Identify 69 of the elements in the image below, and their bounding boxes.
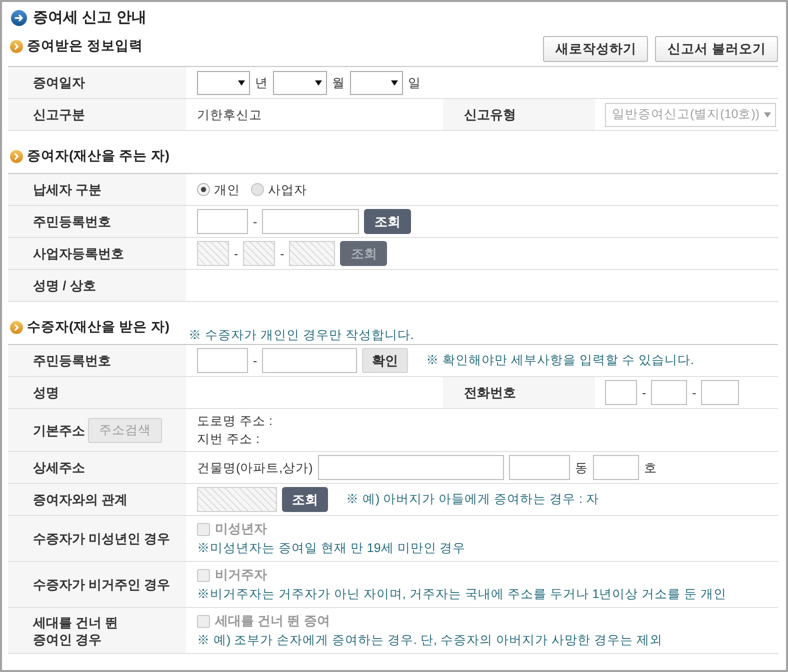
field-text: 동 [574, 460, 588, 476]
caret-icon [764, 112, 771, 118]
section-title: 증여받은 정보입력 [27, 36, 143, 55]
row-label: 수증자가 미성년인 경우 [33, 530, 170, 547]
row-label: 수증자가 비거주인 경우 [33, 576, 170, 593]
lookup-button[interactable]: 조회 [364, 209, 412, 234]
field-text: - [253, 352, 258, 370]
note-text: ※비거주자는 거주자가 아닌 자이며, 거주자는 국내에 주소를 두거나 1년이상 거소를 둔 개인 [197, 586, 727, 603]
field-text: 일 [408, 74, 421, 92]
field-text: - [692, 384, 696, 402]
row-label: 증여일자 [33, 74, 85, 91]
field-text: 월 [332, 74, 345, 92]
chevron-circle-icon [10, 320, 23, 334]
row-label: 성명 / 상호 [33, 277, 96, 294]
input-field[interactable] [318, 455, 504, 480]
radio-option[interactable]: 사업자 [251, 180, 307, 198]
row-label: 신고구분 [33, 106, 85, 123]
row-label: 증여자와의 관계 [33, 491, 128, 508]
note-text: ※ 예) 조부가 손자에게 증여하는 경우. 단, 수증자의 아버지가 사망한 경우는 제외 [197, 632, 662, 649]
caret-icon [391, 80, 398, 86]
row-label: 세대를 건너 뛴 증여인 경우 [33, 614, 118, 648]
arrow-circle-icon [11, 10, 27, 26]
input-field[interactable] [262, 348, 358, 373]
radio-option[interactable]: 개인 [197, 180, 240, 198]
input-field[interactable] [592, 455, 639, 480]
input-field[interactable] [701, 380, 740, 405]
field-text: 도로명 주소 : [197, 413, 272, 430]
input-field[interactable] [651, 380, 688, 405]
section-title: 수증자(재산을 받은 자) [27, 318, 170, 336]
input-field[interactable] [508, 455, 570, 480]
note-text: ※ 확인해야만 세부사항을 입력할 수 있습니다. [426, 352, 694, 369]
field-text: 건물명(아파트,상가) [197, 460, 313, 476]
input-field[interactable] [605, 380, 637, 405]
row-label: 주민등록번호 [33, 352, 111, 369]
field-text: - [234, 246, 238, 262]
field-text: 지번 주소 : [197, 431, 260, 448]
row-label: 납세자 구분 [33, 181, 102, 198]
note-text: ※ 예) 아버지가 아들에게 증여하는 경우 : 자 [346, 491, 599, 508]
chevron-circle-icon [10, 150, 23, 162]
note-text: ※ 수증자가 개인인 경우만 작성합니다. [188, 327, 414, 343]
input-field[interactable] [262, 209, 360, 234]
dropdown[interactable] [197, 70, 250, 94]
field-text: - [642, 384, 646, 402]
action-button[interactable]: 신고서 불러오기 [655, 36, 778, 62]
page-title: 증여세 신고 안내 [33, 8, 146, 28]
section-title: 증여자(재산을 주는 자) [27, 146, 170, 165]
caret-icon [238, 80, 245, 86]
dropdown[interactable] [350, 70, 403, 94]
field-text: - [280, 246, 284, 262]
input-field[interactable] [197, 348, 248, 373]
field-text: 호 [644, 460, 657, 476]
row-label: 기본주소 [33, 422, 85, 438]
chevron-circle-icon [10, 40, 23, 52]
field-text: 년 [255, 74, 268, 92]
field-text: 기한후신고 [197, 106, 262, 124]
confirm-button[interactable]: 확인 [362, 348, 408, 373]
row-label: 사업자등록번호 [33, 245, 124, 262]
lookup-button[interactable]: 조회 [282, 487, 328, 512]
action-button[interactable]: 새로작성하기 [543, 36, 648, 62]
input-field[interactable] [197, 209, 248, 234]
row-label: 상세주소 [33, 459, 85, 476]
note-text: ※미성년자는 증여일 현재 만 19세 미만인 경우 [197, 540, 466, 557]
dropdown[interactable] [273, 70, 327, 94]
caret-icon [315, 80, 322, 86]
row-label: 전화번호 [464, 384, 516, 402]
row-label: 주민등록번호 [33, 213, 111, 230]
field-text: - [253, 214, 258, 230]
row-label: 성명 [33, 384, 59, 401]
row-label: 신고유형 [464, 106, 516, 124]
